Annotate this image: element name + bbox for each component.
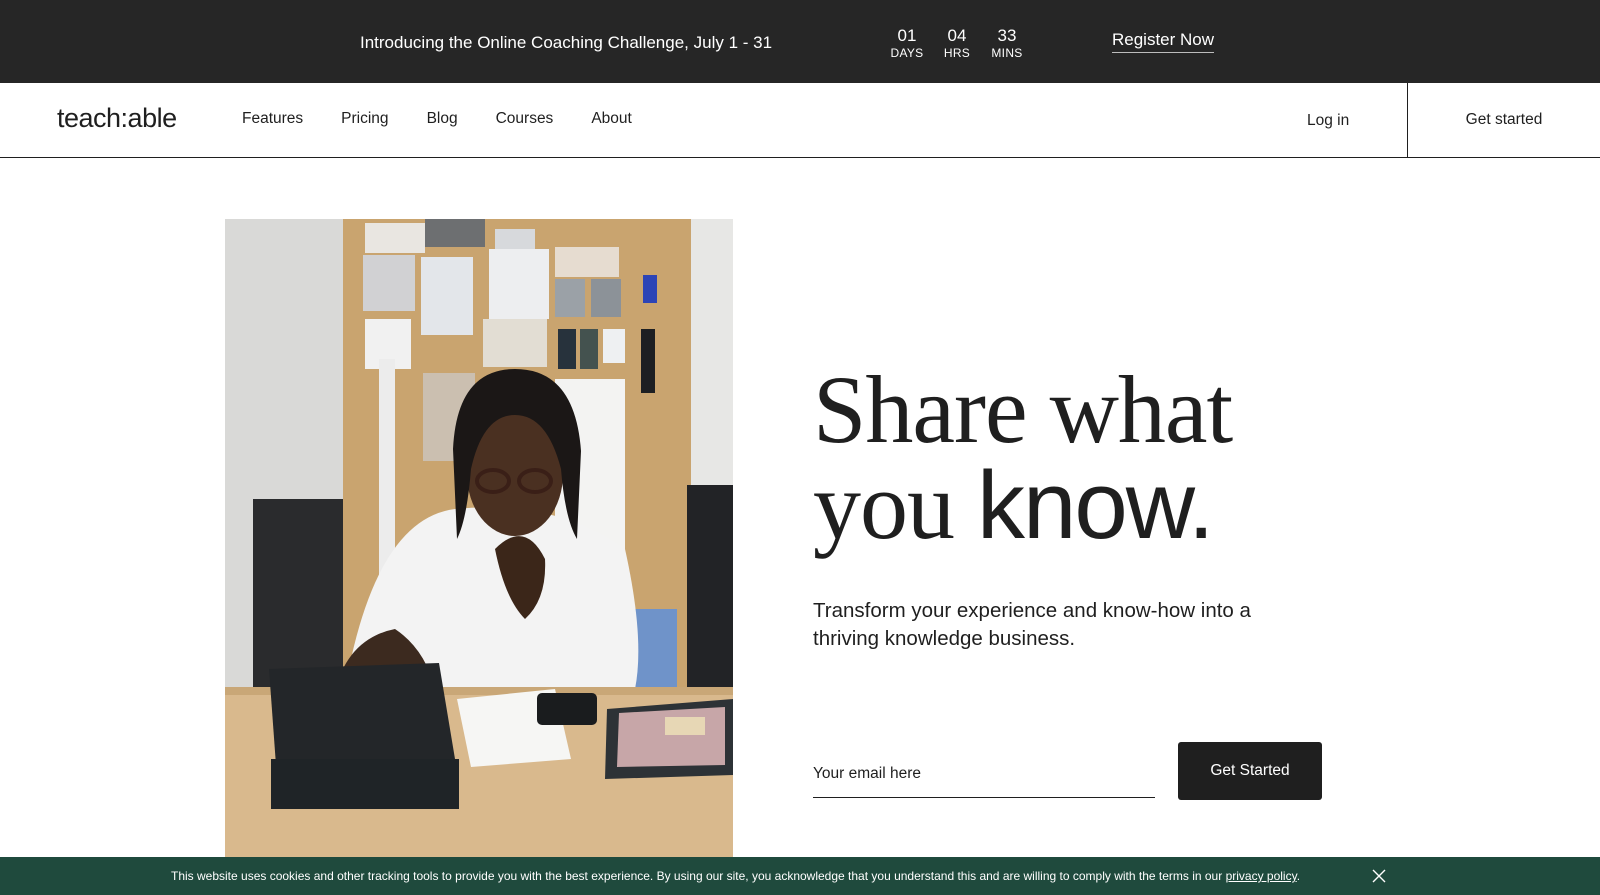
countdown-hours-label: HRS (943, 46, 971, 60)
get-started-button[interactable]: Get Started (1178, 742, 1322, 800)
privacy-policy-link[interactable]: privacy policy (1226, 869, 1297, 883)
site-header: teach:able Features Pricing Blog Courses… (0, 83, 1600, 158)
cookie-text: This website uses cookies and other trac… (171, 869, 1226, 883)
teachable-logo[interactable]: teach:able (57, 103, 177, 134)
countdown-days-value: 01 (897, 26, 917, 45)
promo-text: Introducing the Online Coaching Challeng… (360, 33, 773, 52)
close-icon[interactable] (1372, 869, 1386, 883)
nav-item-pricing[interactable]: Pricing (341, 110, 388, 128)
countdown-minutes-label: MINS (991, 46, 1023, 60)
countdown-hours-value: 04 (947, 26, 967, 45)
countdown-days: 01 DAYS (890, 26, 924, 61)
nav-item-blog[interactable]: Blog (427, 110, 458, 128)
main-nav: Features Pricing Blog Courses About (242, 110, 632, 128)
login-link[interactable]: Log in (1307, 112, 1349, 130)
hero-subheading: Transform your experience and know-how i… (813, 599, 1251, 650)
headline-line-1: Share what (813, 356, 1233, 463)
email-input[interactable] (813, 750, 1155, 798)
countdown-minutes-value: 33 (997, 26, 1017, 45)
cookie-suffix: . (1296, 869, 1301, 883)
countdown-hours: 04 HRS (940, 26, 974, 61)
countdown-minutes: 33 MINS (990, 26, 1024, 61)
countdown-days-label: DAYS (890, 46, 924, 60)
nav-item-about[interactable]: About (591, 110, 632, 128)
headline-line-2-sans: know. (977, 452, 1214, 559)
nav-item-features[interactable]: Features (242, 110, 303, 128)
cookie-banner: This website uses cookies and other trac… (0, 857, 1600, 895)
nav-item-courses[interactable]: Courses (496, 110, 554, 128)
photo-man-working-on-tablet (225, 219, 733, 857)
hero-headline: Share what you know. (813, 362, 1233, 554)
register-now-link[interactable]: Register Now (1112, 30, 1215, 53)
cookie-message: This website uses cookies and other trac… (171, 869, 1300, 883)
hero-photo (225, 219, 733, 857)
headline-line-2-serif: you (813, 452, 977, 559)
promo-banner: Introducing the Online Coaching Challeng… (0, 0, 1600, 83)
countdown-timer: 01 DAYS 04 HRS 33 MINS (890, 26, 1024, 61)
get-started-header-button[interactable]: Get started (1407, 83, 1600, 157)
